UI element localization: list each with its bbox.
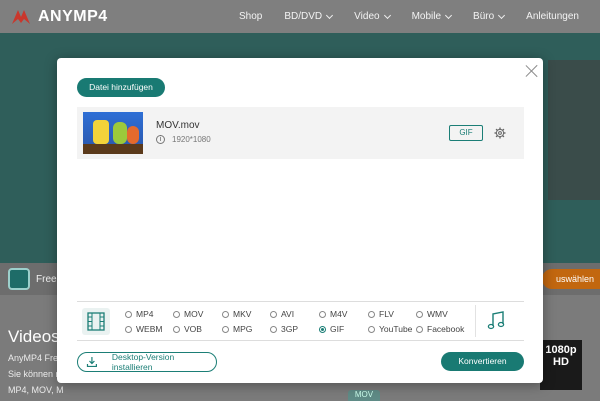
logo[interactable]: ANYMP4 [10,8,108,26]
output-format-button[interactable]: GIF [449,125,483,141]
film-icon [82,308,110,335]
format-option-vob[interactable]: VOB [173,324,202,334]
format-option-facebook[interactable]: Facebook [416,324,464,334]
nav-item-bd-dvd[interactable]: BD/DVD [273,11,343,22]
radio-button[interactable] [222,310,229,318]
gear-icon[interactable] [494,127,506,139]
video-thumbnail [83,112,143,154]
paragraph-line: Sie können m [8,369,64,379]
radio-button[interactable] [416,310,423,318]
mov-tag: MOV [348,390,380,401]
nav-item-anleitungen[interactable]: Anleitungen [515,11,590,22]
nav-item-buero[interactable]: Büro [462,11,515,22]
format-option-mov[interactable]: MOV [173,309,203,319]
add-file-button[interactable]: Datei hinzufügen [77,78,165,97]
file-row: MOV.mov i 1920*1080 GIF [77,107,524,159]
logo-icon [12,9,30,24]
top-navigation: ANYMP4 Shop BD/DVD Video Mobile Büro Anl… [0,0,600,33]
radio-button[interactable] [319,310,326,318]
format-option-gif[interactable]: GIF [319,324,344,334]
file-resolution: 1920*1080 [172,135,211,144]
hero-side-image [548,60,600,200]
radio-button[interactable] [222,325,229,333]
close-icon[interactable] [526,65,538,77]
format-option-webm[interactable]: WEBM [125,324,162,334]
radio-button[interactable] [125,310,132,318]
choose-files-button[interactable]: uswählen [542,269,600,289]
convert-button[interactable]: Konvertieren [441,352,524,371]
radio-button[interactable] [270,310,277,318]
format-option-3gp[interactable]: 3GP [270,324,298,334]
nav-item-shop[interactable]: Shop [228,11,273,22]
format-option-flv[interactable]: FLV [368,309,394,319]
install-desktop-button[interactable]: Desktop-Version installieren [77,352,217,372]
logo-text: ANYMP4 [38,7,108,25]
nav-item-mobile[interactable]: Mobile [401,11,462,22]
format-option-wmv[interactable]: WMV [416,309,448,319]
chevron-down-icon [498,11,506,19]
format-option-mkv[interactable]: MKV [222,309,251,319]
converter-dialog: Datei hinzufügen MOV.mov i 1920*1080 GIF [57,58,543,383]
format-option-youtube[interactable]: YouTube [368,324,412,334]
hd-badge: 1080p HD [540,340,582,390]
chevron-down-icon [445,11,453,19]
divider [475,305,476,337]
download-icon [86,357,97,368]
info-icon[interactable]: i [156,135,165,144]
paragraph-line: MP4, MOV, M [8,385,64,395]
format-option-m4v[interactable]: M4V [319,309,347,319]
radio-button[interactable] [416,325,423,333]
chevron-down-icon [326,11,334,19]
radio-button[interactable] [125,325,132,333]
radio-button[interactable] [173,310,180,318]
app-icon [8,268,30,290]
format-option-mp4[interactable]: MP4 [125,309,153,319]
radio-button[interactable] [270,325,277,333]
format-option-avi[interactable]: AVI [270,309,294,319]
format-option-mpg[interactable]: MPG [222,324,252,334]
radio-button[interactable] [368,325,375,333]
install-desktop-label: Desktop-Version installieren [111,352,175,372]
chevron-down-icon [383,11,391,19]
radio-button[interactable] [173,325,180,333]
nav-item-video[interactable]: Video [343,11,400,22]
radio-button[interactable] [368,310,375,318]
file-name: MOV.mov [156,120,200,131]
music-icon[interactable] [486,310,506,332]
format-panel: MP4 MOV MKV AVI M4V FLV WMV WEBM VOB MPG… [77,301,524,341]
radio-button-selected[interactable] [319,325,326,333]
